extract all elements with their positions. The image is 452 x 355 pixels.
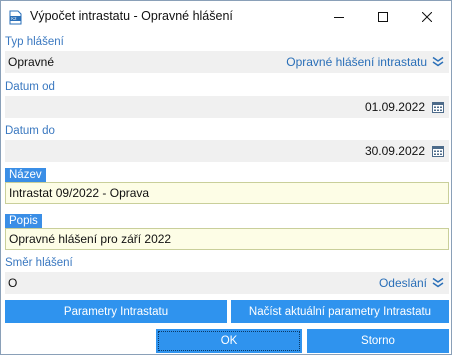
typ-hlaseni-link[interactable]: Opravné hlášení intrastatu <box>286 55 427 69</box>
datum-do-field[interactable]: 30.09.2022 <box>5 140 449 162</box>
datum-od-value: 01.09.2022 <box>364 100 425 114</box>
nazev-label: Název <box>5 168 46 182</box>
datum-do-label: Datum do <box>5 125 55 137</box>
minimize-button[interactable] <box>317 1 361 33</box>
maximize-button[interactable] <box>361 1 405 33</box>
title-bar[interactable]: K2 Výpočet intrastatu - Opravné hlášení <box>1 1 451 33</box>
ok-button[interactable]: OK <box>156 329 302 353</box>
typ-hlaseni-field[interactable]: Opravné Opravné hlášení intrastatu <box>5 51 449 73</box>
chevron-double-down-icon[interactable] <box>432 277 444 289</box>
nazev-value: Intrastat 09/2022 - Oprava <box>9 186 150 200</box>
typ-hlaseni-value: Opravné <box>8 55 55 69</box>
nazev-input[interactable]: Intrastat 09/2022 - Oprava <box>5 182 449 204</box>
close-button[interactable] <box>405 1 449 33</box>
popis-value: Opravné hlášení pro září 2022 <box>9 232 172 246</box>
calendar-icon[interactable] <box>432 101 444 113</box>
smer-hlaseni-field[interactable]: O Odeslání <box>5 272 449 294</box>
calendar-icon[interactable] <box>432 145 444 157</box>
chevron-double-down-icon[interactable] <box>432 56 444 68</box>
datum-od-field[interactable]: 01.09.2022 <box>5 96 449 118</box>
popis-label: Popis <box>5 214 42 228</box>
datum-do-value: 30.09.2022 <box>364 144 425 158</box>
smer-hlaseni-label: Směr hlášení <box>5 257 73 269</box>
nacist-parametry-button[interactable]: Načíst aktuální parametry Intrastatu <box>231 300 449 323</box>
datum-od-label: Datum od <box>5 81 55 93</box>
parametry-intrastatu-button[interactable]: Parametry Intrastatu <box>5 300 227 323</box>
k2-app-icon: K2 <box>9 10 22 25</box>
svg-text:K2: K2 <box>11 16 17 21</box>
close-icon <box>422 12 432 22</box>
smer-hlaseni-link[interactable]: Odeslání <box>379 276 427 290</box>
window-title: Výpočet intrastatu - Opravné hlášení <box>30 9 233 23</box>
typ-hlaseni-label: Typ hlášení <box>5 36 64 48</box>
minimize-icon <box>334 17 344 18</box>
popis-input[interactable]: Opravné hlášení pro září 2022 <box>5 228 449 250</box>
storno-button[interactable]: Storno <box>307 329 449 353</box>
maximize-icon <box>378 12 388 22</box>
dialog-window: K2 Výpočet intrastatu - Opravné hlášení … <box>0 0 452 355</box>
smer-hlaseni-value: O <box>8 276 18 290</box>
